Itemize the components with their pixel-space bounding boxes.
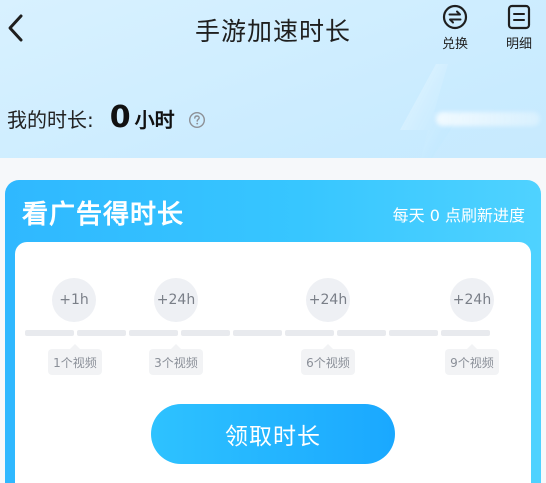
duration-label: 我的时长: <box>7 108 94 132</box>
milestone-videos-2: 3个视频 <box>149 344 203 375</box>
exchange-icon <box>442 4 468 30</box>
progress-segment <box>233 330 282 336</box>
duration-unit: 小时 <box>134 108 175 132</box>
question-circle-icon[interactable] <box>188 111 206 129</box>
blurred-user-text <box>436 112 540 126</box>
milestone-reward-4: +24h <box>450 278 494 322</box>
progress-panel: +1h +24h +24h +24h 1个视频 3个视频 6个视频 9个视频 领… <box>15 242 531 483</box>
progress-segment <box>25 330 74 336</box>
list-icon <box>507 4 531 30</box>
duration-row: 我的时长: 0 小时 <box>7 100 175 140</box>
milestone-reward-3: +24h <box>306 278 350 322</box>
progress-segment <box>441 330 490 336</box>
milestone-videos-4: 9个视频 <box>445 344 499 375</box>
claim-duration-button[interactable]: 领取时长 <box>151 404 395 464</box>
detail-label: 明细 <box>505 37 532 52</box>
exchange-label: 兑换 <box>441 37 468 52</box>
page: 手游加速时长 兑换 明细 我的时长: 0 小时 看广告得时长 每天 0 点刷新进… <box>0 0 546 483</box>
milestone-videos-1: 1个视频 <box>48 344 102 375</box>
reset-note: 每天 0 点刷新进度 <box>392 206 525 225</box>
card-title: 看广告得时长 <box>22 200 185 230</box>
header: 手游加速时长 兑换 明细 <box>0 0 546 60</box>
detail-button[interactable]: 明细 <box>497 4 541 56</box>
progress-segment <box>285 330 334 336</box>
progress-segment <box>337 330 386 336</box>
duration-value: 0 <box>109 100 131 135</box>
exchange-button[interactable]: 兑换 <box>433 4 477 56</box>
progress-segment <box>129 330 178 336</box>
progress-segment <box>77 330 126 336</box>
milestone-reward-2: +24h <box>154 278 198 322</box>
progress-segment <box>389 330 438 336</box>
progress-segment <box>181 330 230 336</box>
milestone-reward-1: +1h <box>52 278 96 322</box>
ad-reward-card: 看广告得时长 每天 0 点刷新进度 +1h +24h +24h +24h 1个视… <box>5 180 541 483</box>
milestone-videos-3: 6个视频 <box>301 344 355 375</box>
